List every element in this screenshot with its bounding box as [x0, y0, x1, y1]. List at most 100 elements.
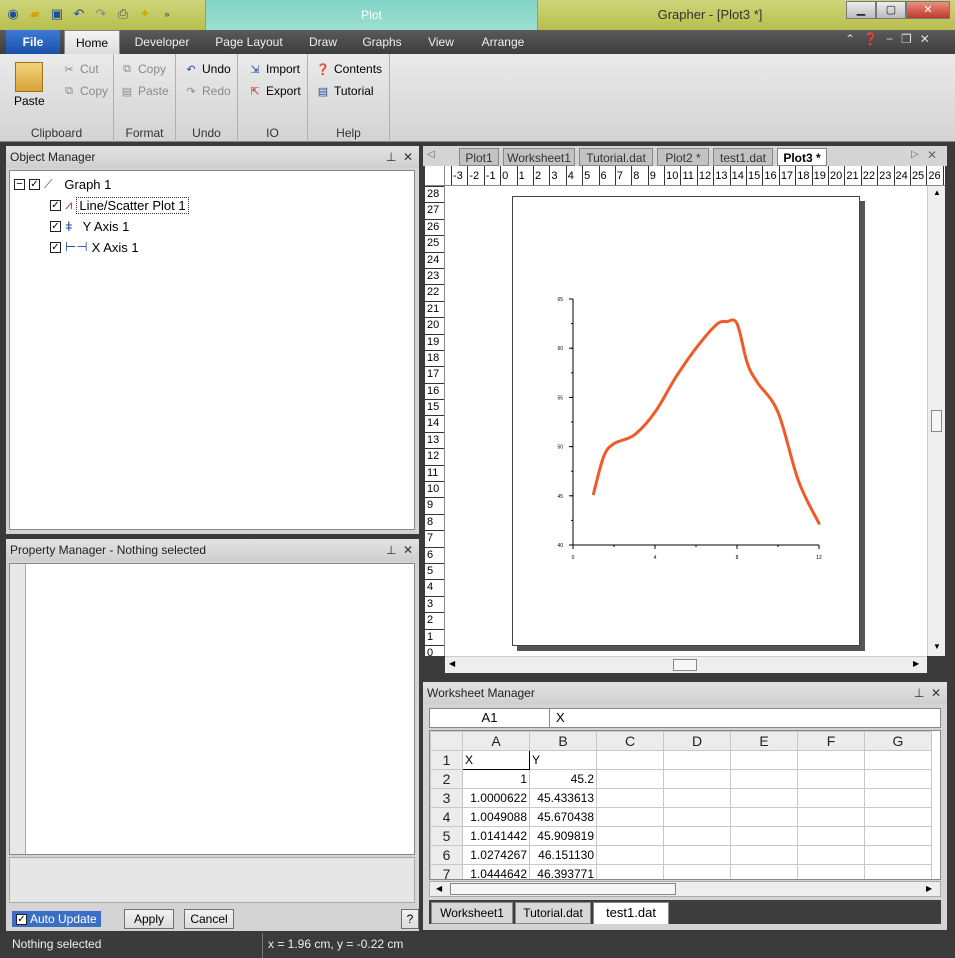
cell[interactable]: 46.151130: [529, 845, 597, 865]
cell[interactable]: [864, 807, 932, 827]
cell[interactable]: [797, 769, 865, 789]
cell[interactable]: [864, 864, 932, 879]
doc-restore-icon[interactable]: ❐: [901, 32, 912, 46]
sheet-tab-test1[interactable]: test1.dat: [593, 902, 669, 924]
export-button[interactable]: ⇱ Export: [248, 84, 300, 98]
cell[interactable]: [864, 788, 932, 808]
help-icon[interactable]: ❓: [863, 32, 878, 46]
x-axis-visibility-checkbox[interactable]: ✓: [50, 241, 61, 253]
cell[interactable]: [596, 807, 664, 827]
tab-scroll-right-icon[interactable]: ▷: [911, 149, 919, 160]
cell[interactable]: [730, 788, 798, 808]
cell[interactable]: [596, 826, 664, 846]
doc-minimize-icon[interactable]: −: [886, 32, 893, 46]
corner-cell[interactable]: [430, 731, 463, 751]
column-header[interactable]: A: [462, 731, 530, 751]
tab-view[interactable]: View: [416, 30, 466, 54]
cell[interactable]: [730, 769, 798, 789]
row-header[interactable]: 7: [430, 864, 463, 879]
apply-button[interactable]: Apply: [124, 909, 174, 929]
plot-visibility-checkbox[interactable]: ✓: [50, 199, 61, 211]
cell[interactable]: [864, 826, 932, 846]
open-folder-icon[interactable]: ▰: [26, 5, 44, 23]
canvas-vertical-scrollbar[interactable]: ▲ ▼: [927, 186, 945, 656]
cell[interactable]: 1: [462, 769, 530, 789]
tab-scroll-left-icon[interactable]: ◁: [427, 149, 435, 160]
cell[interactable]: 1.0444642: [462, 864, 530, 879]
cell[interactable]: [663, 864, 731, 879]
scroll-down-icon[interactable]: ▼: [933, 642, 941, 651]
cell[interactable]: [663, 826, 731, 846]
cell[interactable]: 46.393771: [529, 864, 597, 879]
row-header[interactable]: 6: [430, 845, 463, 865]
cell[interactable]: 45.909819: [529, 826, 597, 846]
format-copy-button[interactable]: ⧉ Copy: [120, 62, 166, 76]
undo-icon[interactable]: ↶: [70, 5, 88, 23]
cell[interactable]: [730, 845, 798, 865]
cell[interactable]: [797, 750, 865, 770]
copy-button[interactable]: ⧉ Copy: [62, 84, 108, 98]
worksheet-grid[interactable]: A B C D E F G 1 X Y 2 1 45.2 3 1.0000622…: [429, 730, 941, 880]
row-header[interactable]: 5: [430, 826, 463, 846]
cell[interactable]: [864, 769, 932, 789]
cell[interactable]: [797, 807, 865, 827]
row-header[interactable]: 3: [430, 788, 463, 808]
maximize-button[interactable]: ▢: [876, 1, 906, 19]
cell[interactable]: [596, 864, 664, 879]
pin-icon[interactable]: ⊥: [386, 150, 396, 164]
app-logo-icon[interactable]: ◉: [4, 5, 22, 23]
cell[interactable]: [730, 807, 798, 827]
tutorial-button[interactable]: ▤ Tutorial: [316, 84, 374, 98]
tab-home[interactable]: Home: [64, 30, 120, 54]
cell[interactable]: X: [462, 750, 530, 770]
auto-update-toggle[interactable]: ✓ Auto Update: [12, 911, 101, 927]
cell[interactable]: [663, 750, 731, 770]
doc-tab-worksheet1[interactable]: Worksheet1: [503, 148, 575, 166]
tab-draw[interactable]: Draw: [298, 30, 348, 54]
cell[interactable]: 1.0274267: [462, 845, 530, 865]
collapse-ribbon-icon[interactable]: ⌃: [845, 32, 855, 46]
tab-page-layout[interactable]: Page Layout: [206, 30, 292, 54]
column-header[interactable]: B: [529, 731, 597, 751]
row-header[interactable]: 1: [430, 750, 463, 770]
sheet-tab-worksheet1[interactable]: Worksheet1: [431, 902, 513, 924]
cell[interactable]: [663, 788, 731, 808]
scroll-up-icon[interactable]: ▲: [933, 188, 941, 197]
doc-tab-plot1[interactable]: Plot1: [459, 148, 499, 166]
cell[interactable]: 45.670438: [529, 807, 597, 827]
auto-update-checkbox[interactable]: ✓: [16, 913, 27, 925]
scroll-left-icon[interactable]: ◀: [449, 659, 455, 668]
column-header[interactable]: C: [596, 731, 664, 751]
cell[interactable]: [730, 826, 798, 846]
ws-scroll-thumb[interactable]: [450, 883, 676, 895]
tab-developer[interactable]: Developer: [126, 30, 198, 54]
sheet-tab-tutorial[interactable]: Tutorial.dat: [515, 902, 591, 924]
doc-tab-plot2[interactable]: Plot2 *: [657, 148, 709, 166]
cell[interactable]: [797, 826, 865, 846]
y-axis-visibility-checkbox[interactable]: ✓: [50, 220, 61, 232]
cell-value-input[interactable]: X: [556, 709, 565, 727]
cancel-button[interactable]: Cancel: [184, 909, 234, 929]
cell[interactable]: 45.433613: [529, 788, 597, 808]
column-header[interactable]: D: [663, 731, 731, 751]
cell[interactable]: [596, 845, 664, 865]
cell[interactable]: 1.0141442: [462, 826, 530, 846]
undo-button[interactable]: ↶ Undo: [184, 62, 230, 76]
doc-close-tab-icon[interactable]: ✕: [927, 148, 937, 162]
print-icon[interactable]: ⎙: [114, 5, 132, 23]
graph-visibility-checkbox[interactable]: ✓: [29, 178, 40, 190]
horizontal-scroll-thumb[interactable]: [673, 659, 697, 671]
tree-item-graph[interactable]: − ✓ ⟋ Graph 1: [14, 175, 111, 193]
redo-icon[interactable]: ↷: [92, 5, 110, 23]
collapse-icon[interactable]: −: [14, 178, 25, 190]
tab-graphs[interactable]: Graphs: [354, 30, 410, 54]
scroll-right-icon[interactable]: ▶: [913, 659, 919, 668]
cell[interactable]: [663, 845, 731, 865]
save-icon[interactable]: ▣: [48, 5, 66, 23]
close-button[interactable]: ✕: [906, 1, 950, 19]
ws-scroll-left-icon[interactable]: ◀: [436, 884, 442, 893]
ws-scroll-right-icon[interactable]: ▶: [926, 884, 932, 893]
doc-tab-test1[interactable]: test1.dat: [713, 148, 773, 166]
panel-close-icon[interactable]: ✕: [403, 543, 413, 557]
tree-item-y-axis[interactable]: ✓ ǂ Y Axis 1: [50, 217, 129, 235]
